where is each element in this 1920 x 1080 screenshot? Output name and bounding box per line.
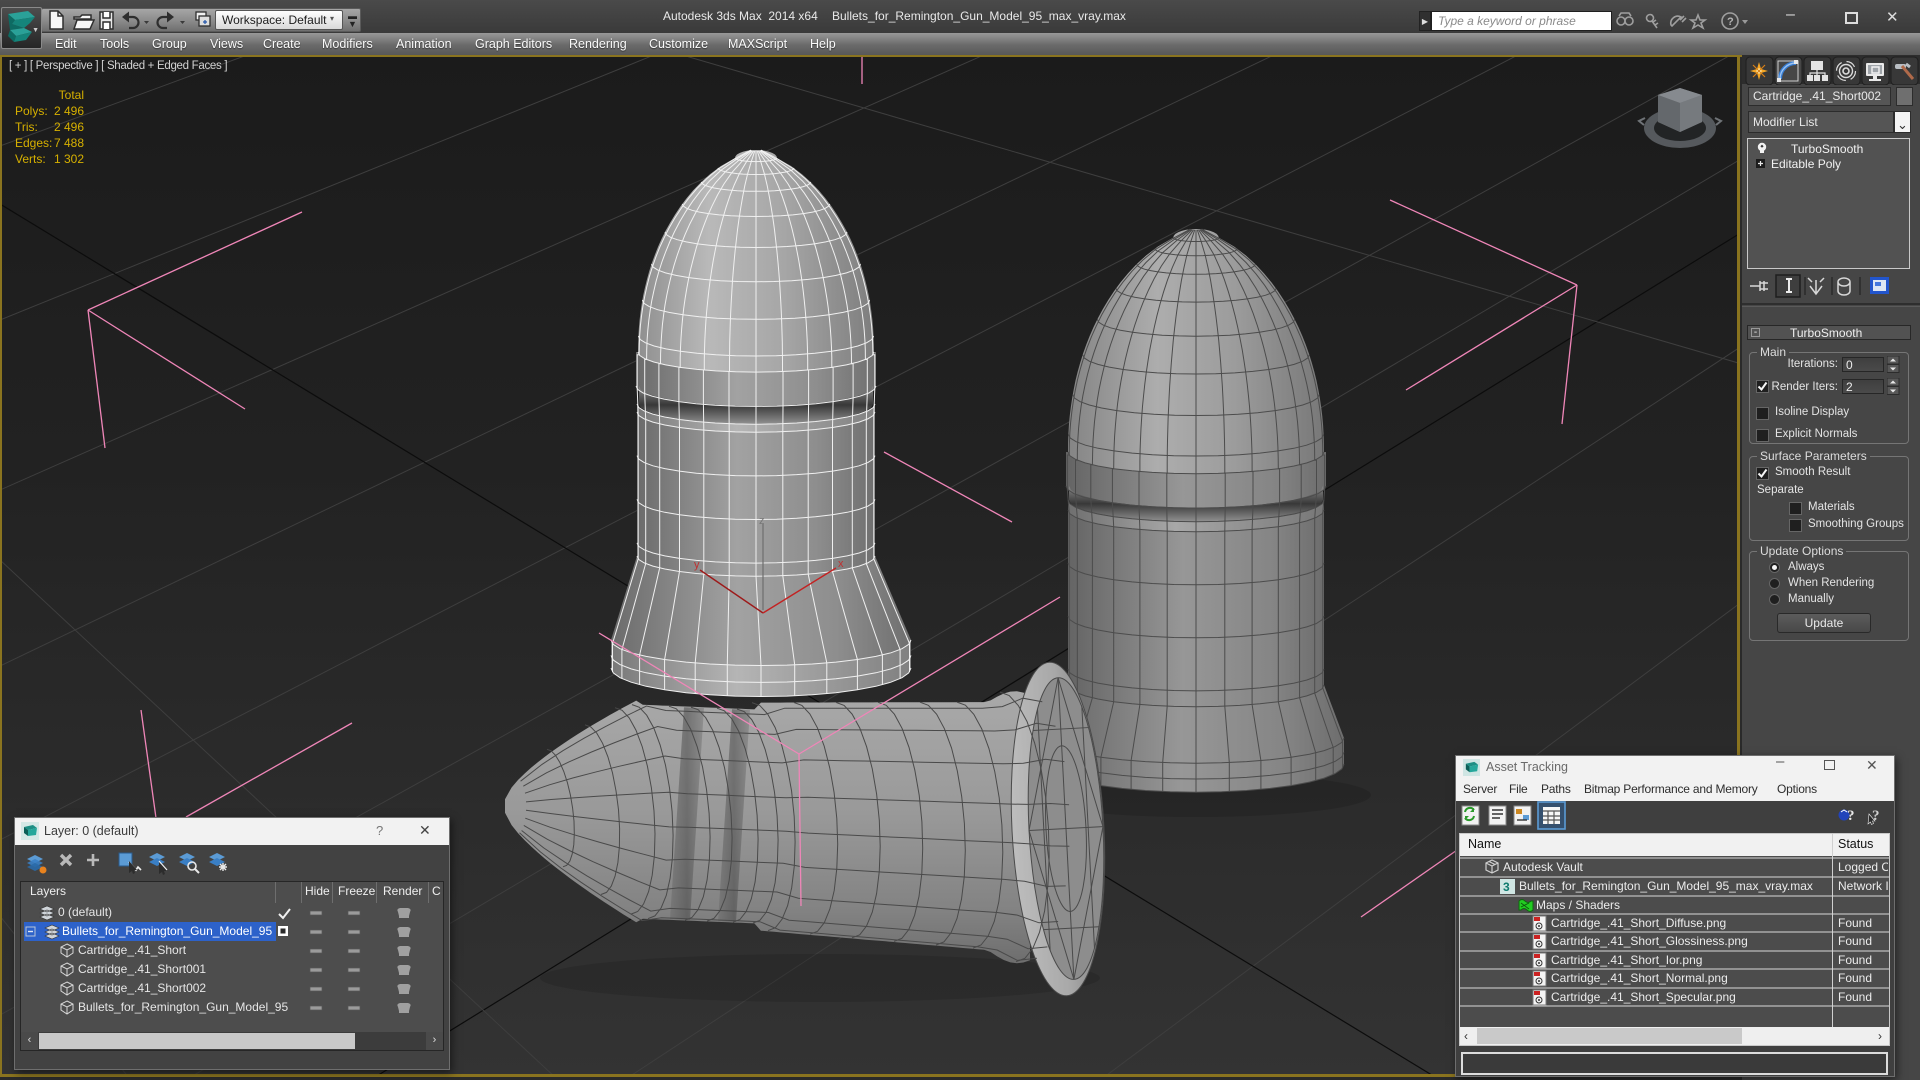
svg-text:y: y bbox=[694, 559, 700, 571]
svg-text:?: ? bbox=[1847, 808, 1855, 824]
svg-text:z: z bbox=[759, 515, 765, 527]
svg-text:Editable Poly: Editable Poly bbox=[1771, 157, 1841, 171]
svg-text:?: ? bbox=[1872, 808, 1880, 824]
svg-text:TurboSmooth: TurboSmooth bbox=[1791, 142, 1863, 156]
svg-text:x: x bbox=[838, 558, 844, 570]
svg-text:?: ? bbox=[1727, 16, 1734, 28]
